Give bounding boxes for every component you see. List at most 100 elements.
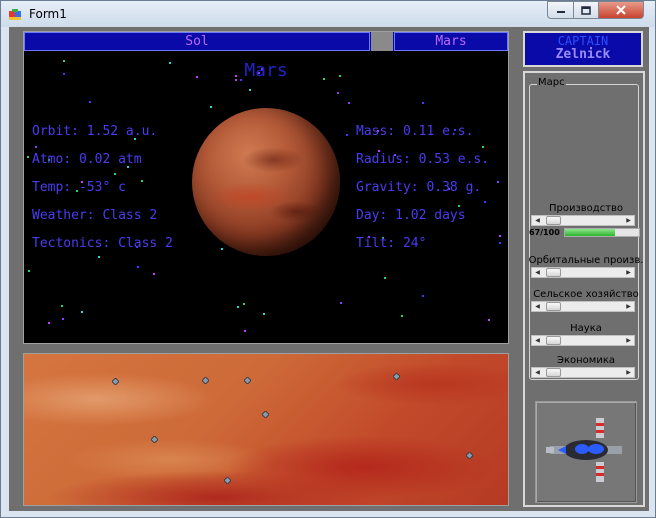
ship-portrait — [535, 401, 637, 503]
scroll-left-icon[interactable]: ◀ — [532, 336, 543, 345]
scroll-left-icon[interactable]: ◀ — [532, 268, 543, 277]
star — [482, 146, 484, 148]
captain-name: Zelnick — [555, 47, 611, 62]
surface-marker[interactable] — [262, 411, 269, 418]
planet-surface-map[interactable] — [23, 353, 509, 506]
slider-agriculture[interactable]: ◀ ▶ — [531, 301, 635, 312]
slider-economy[interactable]: ◀ ▶ — [531, 367, 635, 378]
app-icon — [9, 9, 21, 20]
system-label: Sol — [24, 32, 370, 51]
slider-thumb[interactable] — [546, 368, 562, 377]
stat-weather: Weather: Class 2 — [32, 208, 158, 223]
surface-marker[interactable] — [466, 452, 473, 459]
star — [141, 180, 143, 182]
slider-thumb[interactable] — [546, 302, 562, 311]
star — [422, 295, 424, 297]
star — [499, 235, 501, 237]
surface-marker[interactable] — [202, 377, 209, 384]
stat-orbit: Orbit: 1.52 a.u. — [32, 124, 158, 139]
planet-globe — [192, 108, 340, 256]
slider-thumb[interactable] — [546, 216, 562, 225]
star — [337, 92, 339, 94]
star — [249, 89, 251, 91]
client-area: Sol Mars Mars Orbit: 1.52 a.u. Atmo: 0.0… — [9, 27, 649, 511]
scroll-right-icon[interactable]: ▶ — [623, 368, 634, 377]
star — [62, 318, 64, 320]
surface-marker[interactable] — [224, 477, 231, 484]
planet-view: Sol Mars Mars Orbit: 1.52 a.u. Atmo: 0.0… — [23, 31, 509, 344]
star — [237, 306, 239, 308]
star — [89, 101, 91, 103]
colony-panel: Марс Производство ◀ ▶ 67/100 Орбитальные… — [523, 71, 645, 507]
star — [340, 302, 342, 304]
slider-production[interactable]: ◀ ▶ — [531, 215, 635, 226]
production-progress-bar — [564, 228, 640, 237]
minimize-button[interactable] — [547, 1, 574, 19]
title-bar[interactable]: Form1 — [1, 1, 655, 27]
star — [263, 313, 265, 315]
planet-label: Mars — [394, 32, 508, 51]
slider-thumb[interactable] — [546, 336, 562, 345]
label-economy: Экономика — [556, 355, 615, 366]
label-agriculture: Сельское хозяйство — [533, 289, 639, 300]
surface-marker[interactable] — [244, 377, 251, 384]
slider-science[interactable]: ◀ ▶ — [531, 335, 635, 346]
scroll-left-icon[interactable]: ◀ — [532, 216, 543, 225]
star — [27, 156, 29, 158]
star — [384, 277, 386, 279]
stat-temp: Temp: -53° c — [32, 180, 126, 195]
scroll-left-icon[interactable]: ◀ — [532, 368, 543, 377]
star — [422, 102, 424, 104]
surface-marker[interactable] — [151, 436, 158, 443]
stat-radius: Radius: 0.53 e.s. — [356, 152, 490, 167]
label-production: Производство — [548, 203, 624, 214]
groupbox-title: Марс — [537, 77, 566, 88]
close-button[interactable] — [598, 1, 644, 19]
minimize-icon — [556, 11, 565, 13]
stat-mass: Mass: 0.11 e.s. — [356, 124, 474, 139]
star — [348, 102, 350, 104]
production-progress: 67/100 — [529, 227, 645, 239]
star — [484, 201, 486, 203]
star — [221, 248, 223, 250]
production-progress-fill — [565, 229, 615, 236]
sidebar: CAPTAIN Zelnick Марс Производство ◀ ▶ 67… — [523, 31, 645, 507]
surface-marker[interactable] — [393, 373, 400, 380]
scroll-right-icon[interactable]: ▶ — [623, 336, 634, 345]
scroll-right-icon[interactable]: ▶ — [623, 268, 634, 277]
star — [153, 273, 155, 275]
stat-tectonics: Tectonics: Class 2 — [32, 236, 173, 251]
star — [35, 146, 37, 148]
slider-orbital[interactable]: ◀ ▶ — [531, 267, 635, 278]
star — [499, 242, 501, 244]
location-bar-divider — [371, 32, 393, 51]
planet-name: Mars — [244, 60, 288, 81]
star — [346, 134, 348, 136]
stat-gravity: Gravity: 0.38 g. — [356, 180, 482, 195]
location-bar: Sol Mars — [24, 32, 508, 51]
maximize-button[interactable] — [573, 1, 599, 19]
production-progress-text: 67/100 — [529, 228, 560, 237]
star — [488, 319, 490, 321]
app-window: Form1 Sol Mars Mars Orbit: 1.52 a.u. Atm… — [0, 0, 656, 518]
ship-icon — [546, 418, 622, 482]
stat-day: Day: 1.02 days — [356, 208, 466, 223]
label-orbital: Орбитальные произв. — [528, 255, 644, 266]
close-icon — [616, 5, 626, 15]
slider-thumb[interactable] — [546, 268, 562, 277]
star — [137, 266, 139, 268]
scroll-right-icon[interactable]: ▶ — [623, 302, 634, 311]
star — [48, 322, 50, 324]
star — [81, 311, 83, 313]
star — [98, 256, 100, 258]
stat-tilt: Tilt: 24° — [356, 236, 427, 251]
scroll-left-icon[interactable]: ◀ — [532, 302, 543, 311]
star — [28, 270, 30, 272]
star — [210, 106, 212, 108]
label-science: Наука — [570, 323, 602, 334]
scroll-right-icon[interactable]: ▶ — [623, 216, 634, 225]
maximize-icon — [581, 5, 591, 15]
stat-atmo: Atmo: 0.02 atm — [32, 152, 142, 167]
surface-marker[interactable] — [112, 378, 119, 385]
star — [497, 181, 499, 183]
